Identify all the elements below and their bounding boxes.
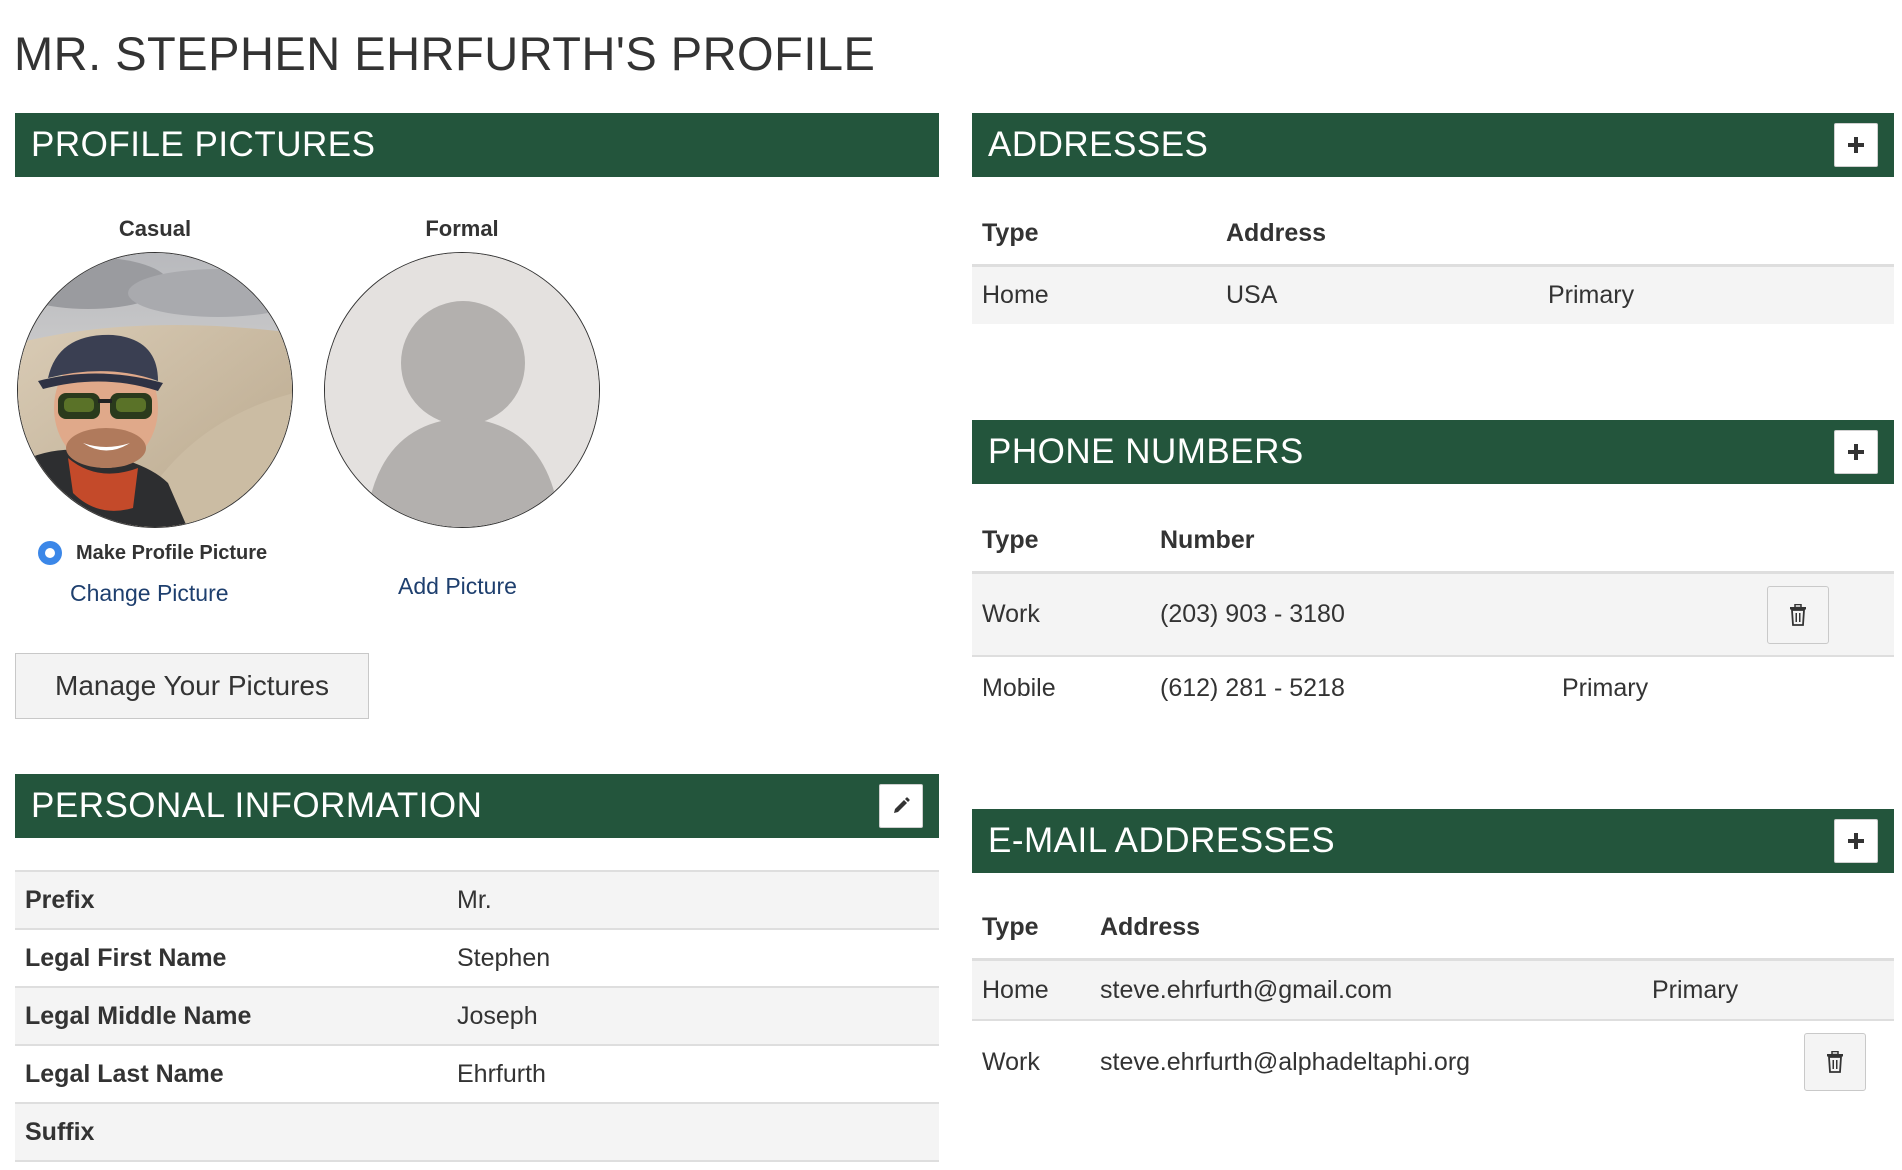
first-name-label: Legal First Name bbox=[25, 943, 227, 972]
phone-type: Work bbox=[982, 600, 1040, 628]
table-row: Work steve.ehrfurth@alphadeltaphi.org bbox=[972, 1021, 1894, 1103]
email-type: Work bbox=[982, 1047, 1040, 1076]
make-profile-label: Make Profile Picture bbox=[76, 541, 268, 564]
phone-table-header: Type Number bbox=[972, 510, 1894, 574]
delete-phone-button[interactable] bbox=[1767, 586, 1829, 644]
plus-icon bbox=[1848, 137, 1864, 153]
casual-label: Casual bbox=[118, 216, 192, 241]
last-name-label: Legal Last Name bbox=[25, 1059, 224, 1088]
edit-personal-info-button[interactable] bbox=[879, 784, 923, 828]
add-address-button[interactable] bbox=[1834, 123, 1878, 167]
address-status: Primary bbox=[1548, 281, 1635, 309]
email-addresses-title: E-MAIL ADDRESSES bbox=[988, 821, 1336, 860]
table-row: Mobile (612) 281 - 5218 Primary bbox=[972, 657, 1894, 720]
profile-pictures-title: PROFILE PICTURES bbox=[31, 125, 376, 164]
delete-email-button[interactable] bbox=[1804, 1033, 1866, 1091]
addresses-table: Type Address Home USA Primary bbox=[972, 203, 1894, 324]
email-status: Primary bbox=[1652, 975, 1739, 1004]
addresses-title: ADDRESSES bbox=[988, 125, 1209, 164]
email-address: steve.ehrfurth@alphadeltaphi.org bbox=[1100, 1047, 1471, 1076]
trash-icon bbox=[1827, 1051, 1843, 1073]
add-phone-button[interactable] bbox=[1834, 430, 1878, 474]
profile-pictures-header: PROFILE PICTURES bbox=[15, 113, 939, 177]
last-name-value: Ehrfurth bbox=[457, 1059, 546, 1088]
suffix-label: Suffix bbox=[25, 1117, 95, 1146]
phone-numbers-title: PHONE NUMBERS bbox=[988, 432, 1304, 471]
personal-information-header: PERSONAL INFORMATION bbox=[15, 774, 939, 838]
prefix-value: Mr. bbox=[457, 885, 492, 914]
email-col-type: Type bbox=[982, 913, 1039, 941]
table-row: Legal Middle Name Joseph bbox=[15, 988, 939, 1046]
change-picture-link[interactable]: Change Picture bbox=[70, 580, 229, 607]
address-type: Home bbox=[982, 281, 1049, 309]
email-table-header: Type Address bbox=[972, 897, 1894, 961]
casual-picture-column: Casual bbox=[15, 216, 295, 528]
make-profile-radio[interactable] bbox=[38, 541, 62, 565]
email-type: Home bbox=[982, 975, 1049, 1004]
person-silhouette-icon bbox=[325, 253, 599, 527]
make-profile-picture-option[interactable]: Make Profile Picture bbox=[38, 541, 267, 565]
page-title: MR. STEPHEN EHRFURTH'S PROFILE bbox=[14, 27, 876, 80]
formal-label: Formal bbox=[425, 216, 499, 241]
phone-type: Mobile bbox=[982, 674, 1056, 702]
addresses-col-address: Address bbox=[1226, 219, 1327, 247]
addresses-table-header: Type Address bbox=[972, 203, 1894, 267]
prefix-label: Prefix bbox=[25, 885, 95, 914]
phone-status: Primary bbox=[1562, 674, 1649, 702]
table-row: Work (203) 903 - 3180 bbox=[972, 574, 1894, 657]
table-row: Home steve.ehrfurth@gmail.com Primary bbox=[972, 961, 1894, 1021]
table-row: Prefix Mr. bbox=[15, 872, 939, 930]
addresses-header: ADDRESSES bbox=[972, 113, 1894, 177]
table-row: Legal Last Name Ehrfurth bbox=[15, 1046, 939, 1104]
add-email-button[interactable] bbox=[1834, 819, 1878, 863]
middle-name-value: Joseph bbox=[457, 1001, 538, 1030]
phone-col-number: Number bbox=[1160, 526, 1255, 554]
phone-numbers-header: PHONE NUMBERS bbox=[972, 420, 1894, 484]
formal-picture-column: Formal bbox=[322, 216, 602, 528]
trash-icon bbox=[1790, 604, 1806, 626]
middle-name-label: Legal Middle Name bbox=[25, 1001, 252, 1030]
formal-placeholder-photo[interactable] bbox=[324, 252, 600, 528]
personal-information-title: PERSONAL INFORMATION bbox=[31, 786, 483, 825]
casual-profile-photo[interactable] bbox=[17, 252, 293, 528]
first-name-value: Stephen bbox=[457, 943, 551, 972]
manage-pictures-button[interactable]: Manage Your Pictures bbox=[15, 653, 369, 719]
address-value: USA bbox=[1226, 281, 1278, 309]
phone-col-type: Type bbox=[982, 526, 1039, 554]
personal-information-table: Prefix Mr. Legal First Name Stephen Lega… bbox=[15, 870, 939, 1162]
email-addresses-header: E-MAIL ADDRESSES bbox=[972, 809, 1894, 873]
add-picture-link[interactable]: Add Picture bbox=[398, 573, 517, 600]
email-addresses-table: Type Address Home steve.ehrfurth@gmail.c… bbox=[972, 897, 1894, 1103]
email-address: steve.ehrfurth@gmail.com bbox=[1100, 975, 1393, 1004]
addresses-col-type: Type bbox=[982, 219, 1039, 247]
table-row: Suffix bbox=[15, 1104, 939, 1162]
phone-numbers-table: Type Number Work (203) 903 - 3180 Mobile… bbox=[972, 510, 1894, 720]
table-row: Home USA Primary bbox=[972, 267, 1894, 324]
plus-icon bbox=[1848, 833, 1864, 849]
phone-number: (203) 903 - 3180 bbox=[1160, 600, 1345, 628]
table-row: Legal First Name Stephen bbox=[15, 930, 939, 988]
phone-number: (612) 281 - 5218 bbox=[1160, 674, 1345, 702]
plus-icon bbox=[1848, 444, 1864, 460]
email-col-address: Address bbox=[1100, 913, 1201, 941]
pencil-icon bbox=[894, 797, 910, 813]
casual-photo-image bbox=[18, 253, 292, 527]
